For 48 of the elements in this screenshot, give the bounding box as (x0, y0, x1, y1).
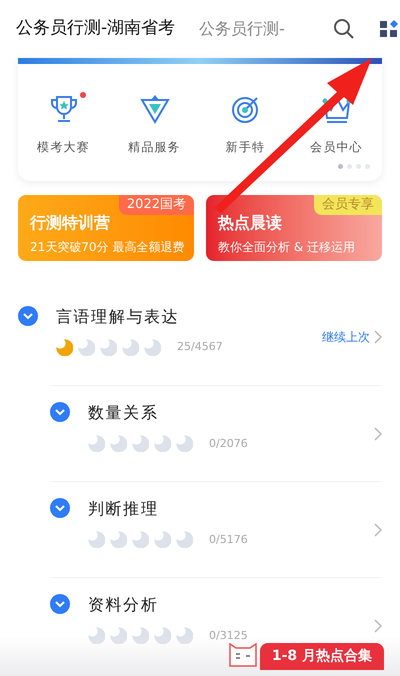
empty-moon-icon (110, 531, 127, 548)
expand-chevron-icon[interactable] (18, 306, 38, 326)
progress-count: 0/5176 (209, 532, 248, 548)
promo-tag: 2022国考 (118, 195, 194, 214)
search-icon[interactable] (332, 18, 355, 40)
empty-moon-icon (176, 435, 193, 452)
continue-link[interactable]: 继续上次 (322, 328, 370, 346)
subject-title: 言语理解与表达 (56, 306, 180, 328)
empty-moon-icon (176, 531, 193, 548)
empty-moon-icon (176, 627, 193, 644)
empty-moon-icon (132, 531, 149, 548)
expand-chevron-icon[interactable] (50, 402, 70, 422)
promo-title: 行测特训营 (30, 212, 111, 234)
empty-moon-icon (154, 435, 171, 452)
empty-moon-icon (100, 338, 117, 356)
shortcut-item[interactable]: 新手特 (210, 92, 282, 156)
promo-card[interactable]: 会员专享 热点晨读 教你全面分析 & 迁移运用 (206, 195, 382, 261)
tab[interactable]: 公务员行测-湖南省考 (16, 16, 176, 42)
hot-topics-badge[interactable]: 1-8 月热点合集 (260, 643, 384, 670)
subject-title: 资料分析 (88, 594, 160, 616)
shortcut-item[interactable]: 精品服务 (118, 92, 190, 156)
progress-count: 25/4567 (177, 339, 223, 355)
expand-chevron-icon[interactable] (50, 498, 70, 518)
promo-title: 热点晨读 (218, 212, 283, 234)
empty-moon-icon (78, 338, 95, 356)
empty-moon-icon (110, 627, 127, 644)
empty-moon-icon (154, 627, 171, 644)
progress-count: 0/2076 (209, 436, 248, 452)
filled-moon-icon (56, 338, 73, 356)
empty-moon-icon (110, 435, 127, 452)
promo-subtitle: 21天突破70分 最高全额退费 (30, 239, 186, 256)
empty-moon-icon (122, 338, 139, 356)
tab[interactable]: 公务员行测- (199, 17, 285, 41)
grid-menu-icon[interactable] (378, 19, 399, 39)
subject-title: 数量关系 (88, 402, 160, 424)
empty-moon-icon (154, 531, 171, 548)
empty-moon-icon (132, 627, 149, 644)
subject-title: 判断推理 (88, 498, 160, 520)
expand-chevron-icon[interactable] (50, 594, 70, 614)
promo-subtitle: 教你全面分析 & 迁移运用 (218, 239, 356, 256)
empty-moon-icon (132, 435, 149, 452)
empty-moon-icon (88, 531, 105, 548)
empty-moon-icon (144, 338, 161, 356)
promo-tag: 会员专享 (314, 195, 382, 214)
empty-moon-icon (88, 435, 105, 452)
shortcut-item[interactable]: 模考大赛 (28, 92, 100, 156)
empty-moon-icon (88, 627, 105, 644)
progress-count: 0/3125 (209, 628, 248, 644)
